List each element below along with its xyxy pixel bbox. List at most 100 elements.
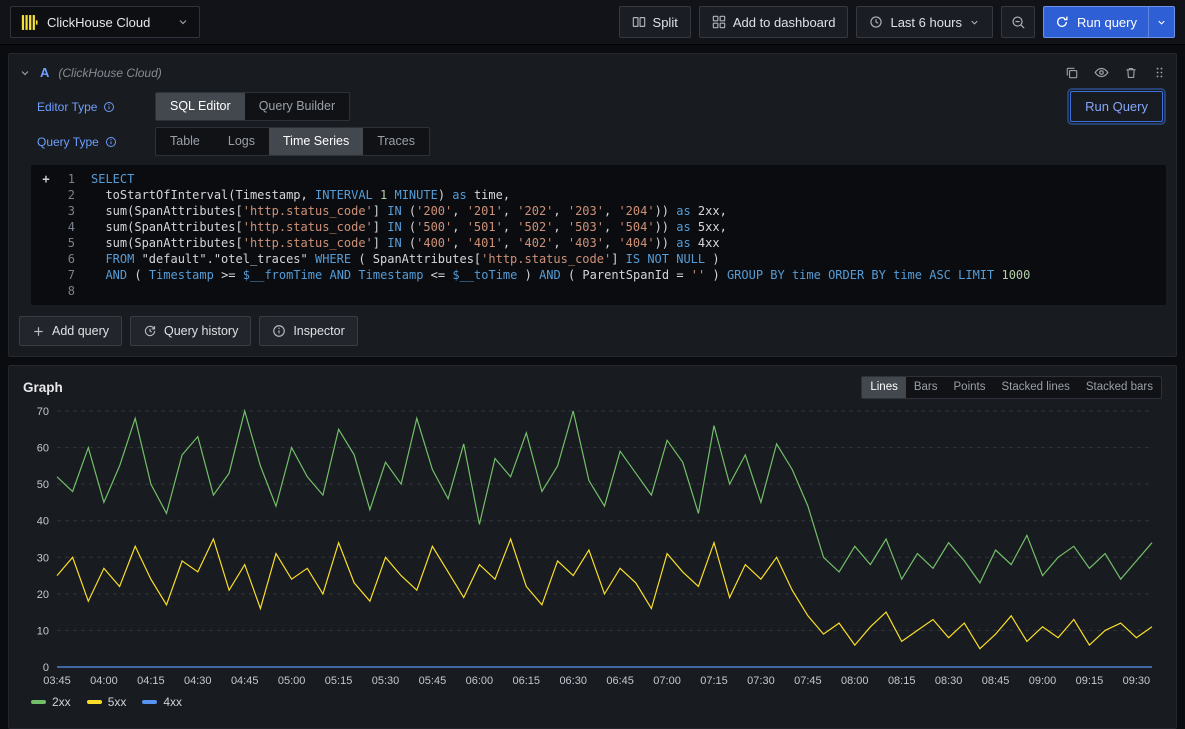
query-type-toggle: TableLogsTime SeriesTraces xyxy=(155,127,430,156)
svg-text:07:00: 07:00 xyxy=(653,675,681,687)
option-lines[interactable]: Lines xyxy=(862,377,906,398)
query-type-label: Query Type xyxy=(37,135,99,149)
option-table[interactable]: Table xyxy=(156,128,214,155)
split-button[interactable]: Split xyxy=(619,6,691,38)
option-time-series[interactable]: Time Series xyxy=(269,128,363,155)
query-ref-id: A xyxy=(40,65,49,80)
graph-style-toggle: LinesBarsPointsStacked linesStacked bars xyxy=(861,376,1162,399)
query-type-row: Query Type TableLogsTime SeriesTraces xyxy=(37,127,1166,156)
query-panel-header: A (ClickHouse Cloud) xyxy=(19,59,1166,86)
svg-text:04:00: 04:00 xyxy=(90,675,118,687)
time-range-picker[interactable]: Last 6 hours xyxy=(856,6,993,38)
code-text: sum(SpanAttributes['http.status_code'] I… xyxy=(91,235,720,251)
timeseries-chart[interactable]: 01020304050607003:4504:0004:1504:3004:45… xyxy=(23,403,1162,691)
svg-text:06:15: 06:15 xyxy=(513,675,541,687)
query-history-button[interactable]: Query history xyxy=(130,316,251,346)
svg-text:09:00: 09:00 xyxy=(1029,675,1057,687)
history-icon xyxy=(143,324,157,338)
toolbar-actions: Split Add to dashboard Last 6 hours xyxy=(619,6,1175,38)
svg-text:05:45: 05:45 xyxy=(419,675,447,687)
svg-text:07:15: 07:15 xyxy=(700,675,728,687)
legend-item-5xx[interactable]: 5xx xyxy=(87,695,127,709)
toggle-visibility-eye-icon[interactable] xyxy=(1094,65,1109,80)
legend-label: 4xx xyxy=(163,695,182,709)
svg-text:06:00: 06:00 xyxy=(466,675,494,687)
datasource-picker[interactable]: ClickHouse Cloud xyxy=(10,6,200,38)
svg-text:10: 10 xyxy=(37,625,49,637)
code-line: 6 FROM "default"."otel_traces" WHERE ( S… xyxy=(35,251,1162,267)
top-toolbar: ClickHouse Cloud Split Add to dashboard … xyxy=(0,0,1185,45)
clock-icon xyxy=(869,15,883,29)
drag-handle-icon[interactable] xyxy=(1153,66,1166,79)
line-number: 2 xyxy=(57,187,75,203)
inspector-button[interactable]: Inspector xyxy=(259,316,357,346)
svg-text:08:30: 08:30 xyxy=(935,675,963,687)
info-circle-icon[interactable] xyxy=(105,136,117,148)
svg-text:08:00: 08:00 xyxy=(841,675,869,687)
clickhouse-logo-icon xyxy=(21,14,38,31)
option-query-builder[interactable]: Query Builder xyxy=(245,93,349,120)
option-logs[interactable]: Logs xyxy=(214,128,269,155)
run-query-panel-button[interactable]: Run Query xyxy=(1070,91,1163,122)
legend-swatch xyxy=(142,700,157,704)
editor-type-field-label: Editor Type xyxy=(37,100,155,114)
svg-text:05:30: 05:30 xyxy=(372,675,400,687)
info-circle-icon[interactable] xyxy=(103,101,115,113)
svg-text:08:15: 08:15 xyxy=(888,675,916,687)
svg-text:03:45: 03:45 xyxy=(43,675,71,687)
sync-icon xyxy=(1055,15,1069,29)
svg-text:09:30: 09:30 xyxy=(1123,675,1151,687)
svg-text:70: 70 xyxy=(37,406,49,418)
gutter-plus-icon[interactable]: + xyxy=(35,171,57,187)
chevron-down-icon xyxy=(969,17,980,28)
gutter-spacer xyxy=(35,203,57,219)
add-to-dashboard-button[interactable]: Add to dashboard xyxy=(699,6,849,38)
code-text: AND ( Timestamp >= $__fromTime AND Times… xyxy=(91,267,1030,283)
editor-type-toggle: SQL EditorQuery Builder xyxy=(155,92,350,121)
option-bars[interactable]: Bars xyxy=(906,377,946,398)
gutter-spacer xyxy=(35,235,57,251)
legend-swatch xyxy=(31,700,46,704)
legend-item-2xx[interactable]: 2xx xyxy=(31,695,71,709)
inspector-label: Inspector xyxy=(293,324,344,338)
search-minus-icon xyxy=(1011,15,1026,30)
sql-editor[interactable]: +1SELECT2 toStartOfInterval(Timestamp, I… xyxy=(31,165,1166,305)
code-line: 7 AND ( Timestamp >= $__fromTime AND Tim… xyxy=(35,267,1162,283)
svg-text:06:45: 06:45 xyxy=(606,675,634,687)
option-traces[interactable]: Traces xyxy=(363,128,429,155)
svg-text:09:15: 09:15 xyxy=(1076,675,1104,687)
chart-legend: 2xx 5xx 4xx xyxy=(31,695,1162,709)
gutter-spacer xyxy=(35,267,57,283)
editor-type-row: Editor Type SQL EditorQuery Builder Run … xyxy=(37,91,1166,122)
duplicate-query-icon[interactable] xyxy=(1065,66,1079,80)
code-text: toStartOfInterval(Timestamp, INTERVAL 1 … xyxy=(91,187,510,203)
run-query-dropdown-caret[interactable] xyxy=(1148,7,1174,37)
zoom-out-button[interactable] xyxy=(1001,6,1035,38)
collapse-chevron-icon[interactable] xyxy=(19,67,31,79)
line-number: 7 xyxy=(57,267,75,283)
query-actions-row: Add query Query history Inspector xyxy=(19,316,1166,346)
option-stacked-bars[interactable]: Stacked bars xyxy=(1078,377,1161,398)
gutter-spacer xyxy=(35,187,57,203)
svg-text:40: 40 xyxy=(37,516,49,528)
svg-text:07:30: 07:30 xyxy=(747,675,775,687)
graph-panel-title: Graph xyxy=(23,380,63,395)
legend-item-4xx[interactable]: 4xx xyxy=(142,695,182,709)
delete-query-trash-icon[interactable] xyxy=(1124,66,1138,80)
code-text: SELECT xyxy=(91,171,134,187)
run-query-toolbar-button[interactable]: Run query xyxy=(1043,6,1175,38)
line-number: 5 xyxy=(57,235,75,251)
legend-label: 2xx xyxy=(52,695,71,709)
svg-text:20: 20 xyxy=(37,589,49,601)
option-stacked-lines[interactable]: Stacked lines xyxy=(993,377,1077,398)
datasource-name: ClickHouse Cloud xyxy=(47,15,150,30)
option-sql-editor[interactable]: SQL Editor xyxy=(156,93,245,120)
legend-label: 5xx xyxy=(108,695,127,709)
svg-text:08:45: 08:45 xyxy=(982,675,1010,687)
svg-text:50: 50 xyxy=(37,479,49,491)
code-line: 3 sum(SpanAttributes['http.status_code']… xyxy=(35,203,1162,219)
svg-text:07:45: 07:45 xyxy=(794,675,822,687)
option-points[interactable]: Points xyxy=(946,377,994,398)
add-query-button[interactable]: Add query xyxy=(19,316,122,346)
line-number: 8 xyxy=(57,283,75,299)
